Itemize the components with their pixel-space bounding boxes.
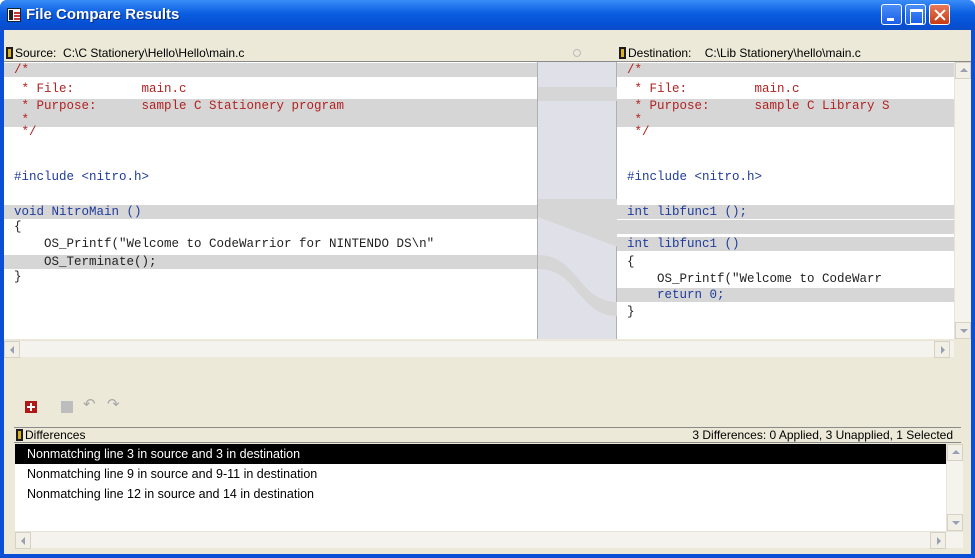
scroll-left-button[interactable] (15, 532, 31, 549)
code-line: int libfunc1 (); (617, 205, 954, 219)
connector-band-3 (538, 255, 618, 316)
file-compare-window: File Compare Results Source: C:\C Statio… (0, 0, 975, 558)
differences-vertical-scrollbar[interactable] (946, 444, 963, 531)
differences-list[interactable]: Nonmatching line 3 in source and 3 in de… (15, 444, 946, 531)
destination-path: C:\Lib Stationery\hello\main.c (704, 46, 861, 60)
code-line: */ (627, 125, 650, 139)
connector-band-2 (538, 199, 618, 247)
code-horizontal-scrollbar[interactable] (4, 340, 954, 358)
pane-marker-icon (6, 47, 13, 59)
code-line (617, 220, 954, 234)
stop-icon[interactable] (61, 401, 73, 413)
scroll-right-button[interactable] (930, 532, 946, 549)
code-line: * Purpose: sample C Library S (617, 99, 954, 113)
redo-icon[interactable]: ↷ (107, 397, 123, 412)
close-button[interactable] (929, 4, 950, 25)
difference-row[interactable]: Nonmatching line 12 in source and 14 in … (15, 484, 946, 504)
code-line: * File: main.c (14, 82, 187, 96)
code-line: } (627, 305, 635, 319)
diff-connector (537, 62, 618, 339)
code-line: */ (14, 125, 37, 139)
differences-horizontal-scrollbar[interactable] (15, 531, 963, 549)
pane-marker-icon (16, 429, 23, 441)
difference-row[interactable]: Nonmatching line 3 in source and 3 in de… (15, 444, 946, 464)
code-line: void NitroMain () (4, 205, 537, 219)
difference-row[interactable]: Nonmatching line 9 in source and 9-11 in… (15, 464, 946, 484)
scroll-left-button[interactable] (4, 341, 20, 358)
title-bar[interactable]: File Compare Results (0, 0, 975, 30)
code-line: /* (4, 63, 537, 77)
code-line: #include <nitro.h> (14, 170, 150, 184)
source-code-pane[interactable]: /* * File: main.c * Purpose: sample C St… (4, 62, 537, 339)
pane-marker-icon (619, 47, 626, 59)
code-vertical-scrollbar[interactable] (954, 62, 971, 339)
differences-label: Differences (25, 428, 86, 442)
code-line: #include <nitro.h> (627, 170, 763, 184)
middle-header (537, 46, 617, 62)
toolbar: ↶ ↷ (4, 388, 971, 418)
destination-code-pane[interactable]: /* * File: main.c * Purpose: sample C Li… (617, 62, 954, 339)
connector-band-1 (538, 87, 618, 101)
app-icon (7, 8, 21, 22)
code-line: * File: main.c (627, 82, 800, 96)
destination-header: Destination: C:\Lib Stationery\hello\mai… (617, 46, 971, 62)
code-line: } (14, 270, 22, 284)
code-line: /* (617, 63, 954, 77)
source-header: Source: C:\C Stationery\Hello\Hello\main… (4, 46, 537, 62)
destination-label: Destination: (628, 46, 692, 60)
source-label: Source: (15, 46, 57, 60)
sync-radio-icon[interactable] (573, 49, 581, 57)
scroll-down-button[interactable] (947, 514, 963, 531)
code-line: OS_Terminate(); (4, 255, 537, 269)
add-icon[interactable] (25, 401, 37, 413)
maximize-button[interactable] (905, 4, 926, 25)
code-line: * Purpose: sample C Stationery program (4, 99, 537, 113)
code-line: OS_Printf("Welcome to CodeWarrior for NI… (14, 237, 435, 251)
undo-icon[interactable]: ↶ (83, 397, 99, 412)
differences-header: Differences 3 Differences: 0 Applied, 3 … (14, 427, 961, 443)
code-line: { (627, 255, 635, 269)
scroll-down-button[interactable] (955, 322, 971, 339)
diff-connector-graphic (538, 87, 618, 316)
code-line: int libfunc1 () (617, 237, 954, 251)
window-title: File Compare Results (26, 6, 180, 23)
scroll-up-button[interactable] (955, 62, 971, 79)
scroll-right-button[interactable] (934, 341, 950, 358)
source-path: C:\C Stationery\Hello\Hello\main.c (63, 46, 245, 60)
code-line: { (14, 220, 22, 234)
minimize-button[interactable] (881, 4, 902, 25)
code-line: return 0; (617, 288, 954, 302)
differences-summary: 3 Differences: 0 Applied, 3 Unapplied, 1… (692, 428, 953, 442)
scroll-up-button[interactable] (947, 444, 963, 461)
code-line: OS_Printf("Welcome to CodeWarr (627, 272, 883, 286)
